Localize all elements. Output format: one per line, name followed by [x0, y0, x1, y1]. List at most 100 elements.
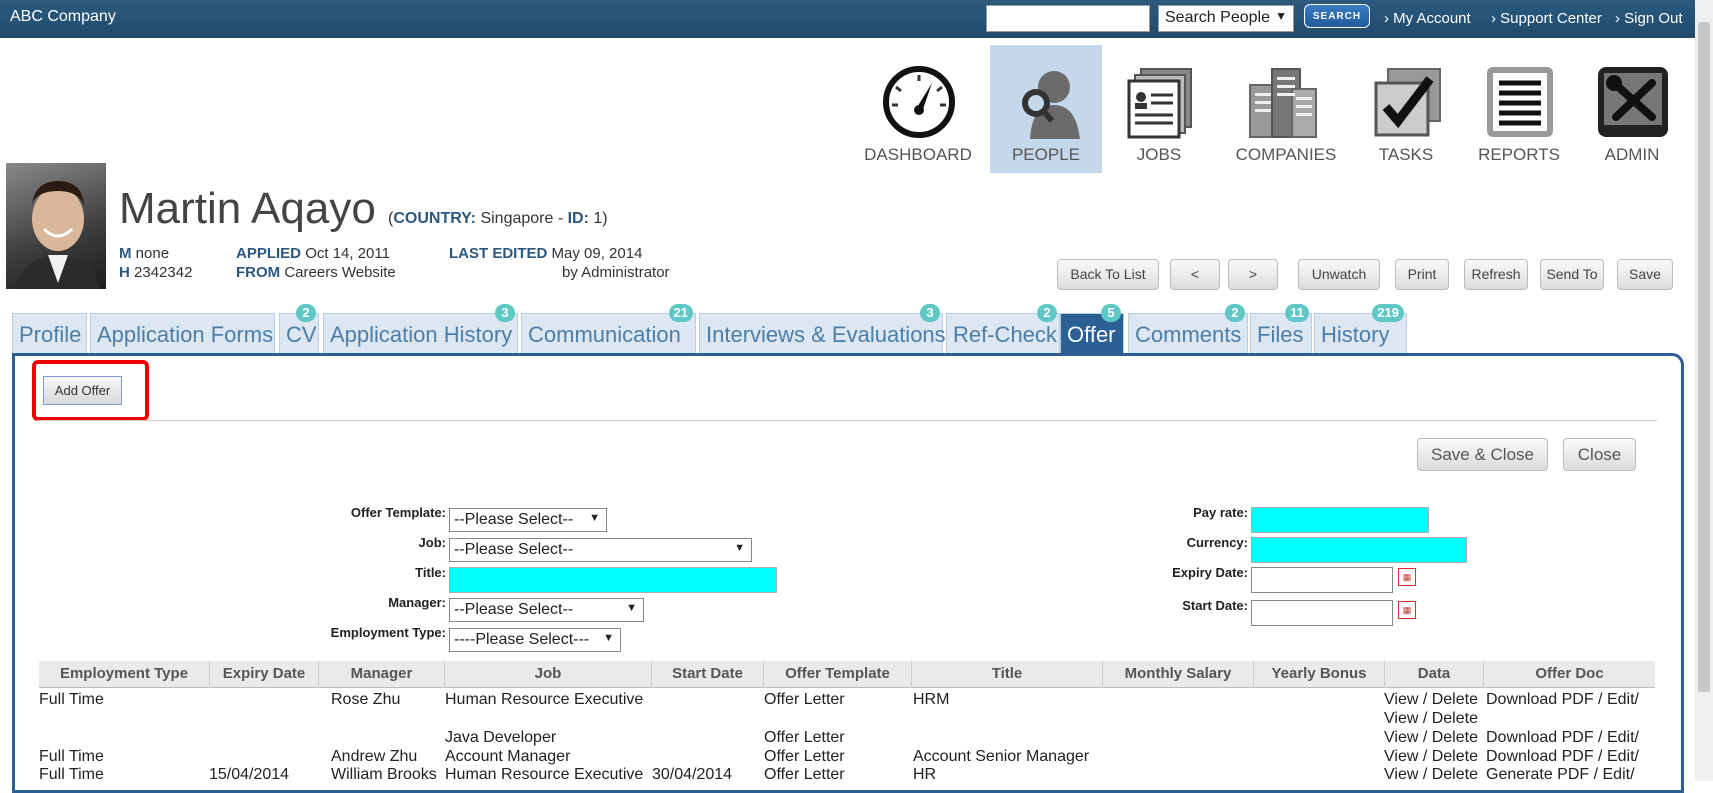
search-input[interactable] — [986, 5, 1150, 32]
cell-job: Human Resource Executive — [445, 766, 644, 783]
nav-reports[interactable]: REPORTS — [1463, 45, 1575, 173]
nav-people[interactable]: PEOPLE — [990, 45, 1102, 173]
edited-by: by Administrator — [562, 264, 670, 281]
save-button[interactable]: Save — [1617, 259, 1673, 290]
employment-type-select[interactable]: ----Please Select--- ▼ — [449, 628, 621, 652]
tab-interviews-evaluations[interactable]: Interviews & Evaluations 3 — [699, 304, 946, 353]
cell-employment-type: Full Time — [39, 748, 104, 765]
last-edited-line: LAST EDITED May 09, 2014 — [449, 245, 642, 262]
job-select[interactable]: --Please Select-- ▼ — [449, 538, 752, 562]
column-header[interactable]: Offer Template — [764, 661, 912, 688]
search-button[interactable]: SEARCH — [1304, 4, 1370, 28]
close-button[interactable]: Close — [1563, 438, 1636, 471]
column-header[interactable]: Job — [445, 661, 652, 688]
count-badge: 11 — [1285, 304, 1309, 322]
cell-manager: Rose Zhu — [331, 691, 401, 708]
avatar — [6, 163, 106, 289]
column-header[interactable]: Offer Doc — [1484, 661, 1655, 688]
tab-communication[interactable]: Communication 21 — [521, 304, 696, 353]
view-delete-link[interactable]: View / Delete — [1384, 766, 1478, 784]
tab-label: CV — [286, 322, 317, 347]
id-label: ID: — [567, 210, 589, 227]
tab-application-history[interactable]: Application History 3 — [323, 304, 518, 353]
tab-label: Files — [1257, 322, 1304, 347]
chevron-down-icon: ▼ — [626, 602, 637, 614]
cell-job: Account Manager — [445, 748, 571, 765]
candidate-name: Martin Aqayo — [119, 184, 376, 233]
search-type-select[interactable]: Search People ▼ — [1158, 5, 1294, 32]
tab-cv[interactable]: CV 2 — [279, 304, 319, 353]
tab-label: Communication — [528, 322, 681, 347]
tab-history[interactable]: History 219 — [1314, 304, 1407, 353]
nav-dashboard[interactable]: DASHBOARD — [862, 45, 974, 173]
cell-template: Offer Letter — [764, 691, 845, 708]
offer-template-select[interactable]: --Please Select-- ▼ — [449, 508, 607, 532]
nav-companies[interactable]: COMPANIES — [1226, 45, 1346, 173]
offer-doc-link[interactable]: Generate PDF / Edit/ — [1486, 766, 1635, 784]
view-delete-link[interactable]: View / Delete — [1384, 729, 1478, 747]
nav-tasks[interactable]: TASKS — [1350, 45, 1462, 173]
job-label: Job: — [418, 535, 446, 550]
sign-out-link[interactable]: › Sign Out — [1615, 10, 1683, 27]
column-header[interactable]: Expiry Date — [210, 661, 319, 688]
view-delete-link[interactable]: View / Delete — [1384, 691, 1478, 709]
next-button[interactable]: > — [1228, 259, 1278, 290]
manager-select[interactable]: --Please Select-- ▼ — [449, 598, 644, 622]
pay-rate-input[interactable] — [1251, 507, 1429, 533]
column-header[interactable]: Start Date — [652, 661, 764, 688]
refresh-button[interactable]: Refresh — [1464, 259, 1528, 290]
support-center-link[interactable]: › Support Center — [1491, 10, 1602, 27]
start-date-input[interactable] — [1251, 600, 1393, 626]
column-header[interactable]: Data — [1385, 661, 1484, 688]
tab-comments[interactable]: Comments 2 — [1128, 304, 1248, 353]
count-badge: 219 — [1372, 304, 1404, 322]
view-delete-link[interactable]: View / Delete — [1384, 710, 1478, 728]
expiry-date-input[interactable] — [1251, 567, 1393, 593]
currency-input[interactable] — [1251, 537, 1467, 563]
nav-admin[interactable]: ADMIN — [1576, 45, 1688, 173]
tab-application-forms[interactable]: Application Forms — [90, 313, 275, 353]
unwatch-button[interactable]: Unwatch — [1298, 259, 1380, 290]
cell-template: Offer Letter — [764, 729, 845, 746]
save-close-button[interactable]: Save & Close — [1417, 438, 1548, 471]
calendar-icon[interactable]: ▦ — [1398, 601, 1416, 619]
calendar-icon[interactable]: ▦ — [1398, 568, 1416, 586]
tab-profile[interactable]: Profile — [12, 313, 87, 353]
view-delete-link[interactable]: View / Delete — [1384, 748, 1478, 766]
scrollbar-thumb[interactable] — [1698, 22, 1710, 692]
tab-ref-check[interactable]: Ref-Check 2 — [946, 304, 1060, 353]
source-value: Careers Website — [284, 264, 396, 281]
column-header[interactable]: Manager — [319, 661, 445, 688]
home-phone-line: H 2342342 — [119, 264, 192, 281]
expiry-date-label: Expiry Date: — [1172, 565, 1248, 580]
count-badge: 2 — [1037, 304, 1057, 322]
column-header[interactable]: Employment Type — [39, 661, 210, 688]
previous-button[interactable]: < — [1170, 259, 1220, 290]
mobile-line: M none — [119, 245, 169, 262]
applied-line: APPLIED Oct 14, 2011 — [236, 245, 390, 262]
job-value: --Please Select-- — [454, 541, 574, 558]
tab-label: Application History — [330, 322, 513, 347]
manager-value: --Please Select-- — [454, 601, 574, 618]
print-button[interactable]: Print — [1395, 259, 1449, 290]
tab-offer[interactable]: Offer 5 — [1060, 304, 1124, 353]
add-offer-button[interactable]: Add Offer — [43, 376, 122, 405]
title-input[interactable] — [449, 567, 777, 593]
offer-doc-link[interactable]: Download PDF / Edit/ — [1486, 748, 1639, 766]
send-to-button[interactable]: Send To — [1540, 259, 1604, 290]
dashboard-gauge-icon — [883, 66, 955, 138]
back-to-list-button[interactable]: Back To List — [1057, 259, 1159, 290]
column-header[interactable]: Monthly Salary — [1103, 661, 1254, 688]
source-line: FROM Careers Website — [236, 264, 396, 281]
reports-icon — [1487, 67, 1553, 137]
tab-label: History — [1321, 322, 1390, 347]
applied-value: Oct 14, 2011 — [305, 245, 390, 262]
column-header[interactable]: Yearly Bonus — [1254, 661, 1385, 688]
my-account-link[interactable]: › My Account — [1384, 10, 1471, 27]
offer-doc-link[interactable]: Download PDF / Edit/ — [1486, 691, 1639, 709]
search-type-value: Search People — [1165, 9, 1270, 26]
tab-files[interactable]: Files 11 — [1250, 304, 1312, 353]
column-header[interactable]: Title — [912, 661, 1103, 688]
offer-doc-link[interactable]: Download PDF / Edit/ — [1486, 729, 1639, 747]
nav-jobs[interactable]: JOBS — [1103, 45, 1215, 173]
